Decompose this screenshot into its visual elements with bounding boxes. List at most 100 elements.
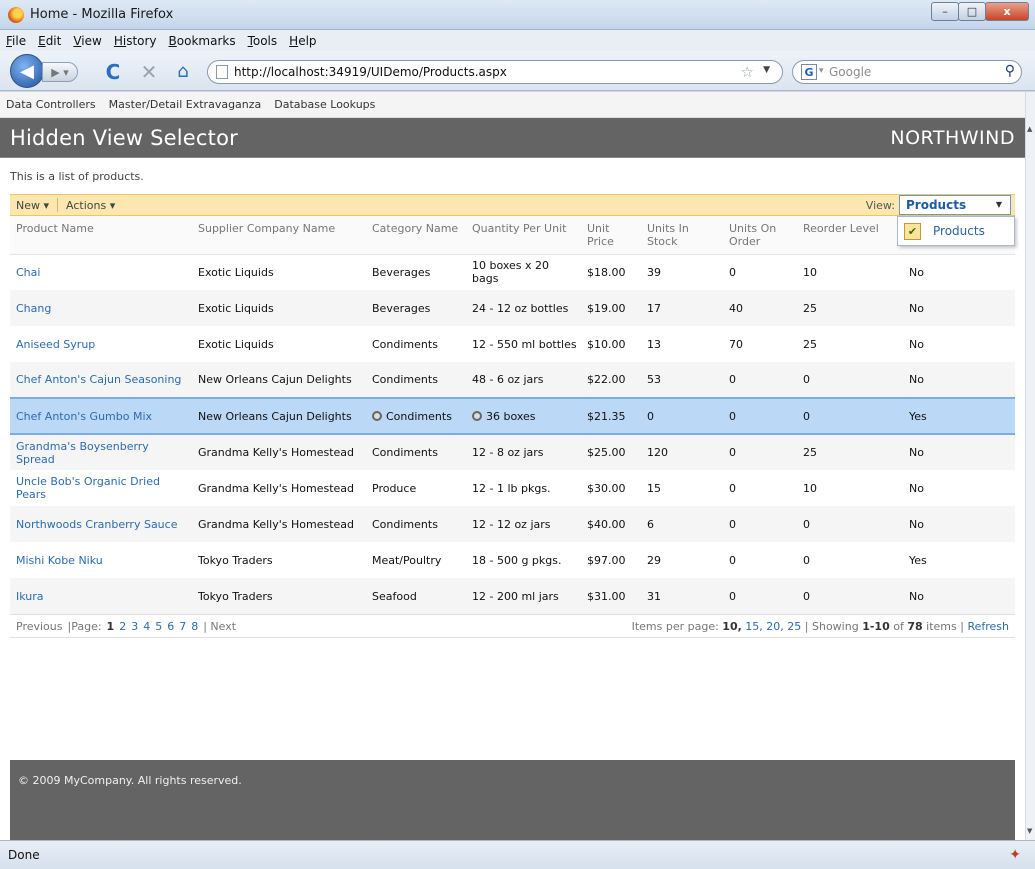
page-size-link[interactable]: 25 [787, 620, 801, 633]
refresh-link[interactable]: Refresh [967, 620, 1009, 633]
close-button[interactable]: x [985, 2, 1029, 21]
table-cell[interactable]: Aniseed Syrup [10, 326, 192, 362]
cell-text: Condiments [372, 373, 438, 386]
maximize-button[interactable]: □ [958, 2, 986, 21]
table-cell[interactable]: Ikura [10, 578, 192, 614]
column-header[interactable]: Reorder Level [797, 216, 903, 255]
column-header[interactable]: Product Name [10, 216, 192, 255]
cell-text: 0 [729, 265, 736, 279]
lookup-icon[interactable] [472, 410, 482, 421]
cell-text: 12 - 1 lb pkgs. [472, 481, 551, 495]
table-cell: 12 - 200 ml jars [466, 578, 581, 614]
cell-text: 40 [729, 301, 743, 315]
page-number-link[interactable]: 3 [131, 620, 138, 633]
items-per-page-label: Items per page: [631, 620, 719, 633]
addon-status-icon[interactable]: ✦ [1009, 847, 1021, 863]
site-menu-link[interactable]: Data Controllers [6, 98, 96, 111]
bookmark-star-icon[interactable]: ☆ [741, 63, 754, 81]
table-row[interactable]: Chai Exotic Liquids Beverages 10 boxes x 20… [10, 254, 1015, 290]
cell-text: 0 [803, 517, 810, 531]
actions-menu-button[interactable]: Actions ▾ [66, 199, 115, 212]
checkmark-icon: ✔ [904, 222, 921, 240]
back-button[interactable]: ◀ [10, 54, 44, 88]
page-number-link[interactable]: 7 [179, 620, 186, 633]
table-cell: Grandma Kelly's Homestead [192, 470, 366, 506]
table-cell: 40 [723, 290, 797, 326]
cell-text: 10 [803, 265, 817, 279]
cell-text: 29 [647, 553, 661, 567]
menu-item-view[interactable]: View [73, 34, 101, 48]
table-cell: 0 [797, 578, 903, 614]
search-box[interactable]: G ▾ Google ⚲ [792, 60, 1022, 84]
previous-link[interactable]: Previous [16, 620, 63, 633]
menu-item-file[interactable]: File [6, 34, 26, 48]
scroll-down-icon[interactable]: ▼ [1027, 827, 1032, 835]
next-link[interactable]: | Next [203, 620, 236, 633]
table-cell: 10 [797, 470, 903, 506]
column-header[interactable]: Category Name [366, 216, 466, 255]
page-size-link[interactable]: 10, [722, 620, 742, 633]
column-header[interactable]: Units On Order [723, 216, 797, 255]
search-icon[interactable]: ⚲ [1005, 63, 1015, 79]
page-number-link[interactable]: 1 [107, 620, 115, 633]
table-cell: $30.00 [581, 470, 641, 506]
page-size-link[interactable]: 20, [766, 620, 784, 633]
table-cell[interactable]: Uncle Bob's Organic Dried Pears [10, 470, 192, 506]
table-row[interactable]: Chang Exotic Liquids Beverages 24 - 12 oz b… [10, 290, 1015, 326]
cell-text: $30.00 [587, 481, 626, 495]
page-icon [216, 65, 228, 79]
table-cell[interactable]: Grandma's Boysenberry Spread [10, 434, 192, 470]
reload-icon[interactable]: C [102, 61, 124, 83]
menu-item-bookmarks[interactable]: Bookmarks [169, 34, 236, 48]
page-number-link[interactable]: 4 [143, 620, 150, 633]
menu-item-tools[interactable]: Tools [248, 34, 278, 48]
address-bar[interactable]: http://localhost:34919/UIDemo/Products.a… [207, 60, 783, 84]
new-menu-button[interactable]: New ▾ [16, 199, 49, 212]
forward-button[interactable]: ▶ ▾ [42, 62, 78, 82]
site-menu-link[interactable]: Database Lookups [274, 98, 375, 111]
scroll-up-icon[interactable]: ▲ [1027, 125, 1032, 133]
table-row[interactable]: Northwoods Cranberry Sauce Grandma Kelly'… [10, 506, 1015, 542]
site-menu-link[interactable]: Master/Detail Extravaganza [109, 98, 262, 111]
cell-text: Chef Anton's Gumbo Mix [16, 409, 153, 423]
page-number-link[interactable]: 2 [119, 620, 126, 633]
menu-item-history[interactable]: History [114, 34, 157, 48]
page-number-link[interactable]: 6 [167, 620, 174, 633]
table-row[interactable]: Chef Anton's Gumbo Mix New Orleans Cajun … [10, 397, 1015, 435]
page-number-link[interactable]: 8 [191, 620, 198, 633]
history-dropdown-icon[interactable]: ▼ [763, 65, 770, 75]
view-option-products[interactable]: Products [933, 224, 985, 238]
table-row[interactable]: Ikura Tokyo Traders Seafood 12 - 200 ml jar… [10, 578, 1015, 614]
google-engine-icon[interactable]: G [801, 64, 817, 80]
menu-item-edit[interactable]: Edit [38, 34, 61, 48]
page-size-link[interactable]: 15, [745, 620, 763, 633]
table-cell[interactable]: Chai [10, 254, 192, 290]
column-header[interactable]: Quantity Per Unit [466, 216, 581, 255]
vertical-scrollbar[interactable]: ▲ ▼ [1025, 92, 1035, 840]
page-number-link[interactable]: 5 [155, 620, 162, 633]
table-row[interactable]: Uncle Bob's Organic Dried Pears Grandma K… [10, 470, 1015, 506]
table-cell: No [903, 434, 1015, 470]
column-header[interactable]: Supplier Company Name [192, 216, 366, 255]
view-selector[interactable]: Products ▼ [899, 195, 1011, 215]
engine-dropdown-icon[interactable]: ▾ [819, 66, 824, 76]
menu-item-help[interactable]: Help [289, 34, 316, 48]
stop-icon[interactable]: ✕ [138, 61, 160, 83]
table-row[interactable]: Mishi Kobe Niku Tokyo Traders Meat/Poultry… [10, 542, 1015, 578]
table-row[interactable]: Grandma's Boysenberry Spread Grandma Kell… [10, 434, 1015, 470]
table-row[interactable]: Chef Anton's Cajun Seasoning New Orleans … [10, 362, 1015, 398]
lookup-icon[interactable] [372, 410, 382, 421]
table-row[interactable]: Aniseed Syrup Exotic Liquids Condiments 12 … [10, 326, 1015, 362]
cell-text: 0 [729, 589, 736, 603]
column-header[interactable]: Unit Price [581, 216, 641, 255]
table-cell: 53 [641, 362, 723, 398]
home-icon[interactable]: ⌂ [172, 61, 194, 83]
column-header[interactable]: Units In Stock [641, 216, 723, 255]
table-cell[interactable]: Chef Anton's Cajun Seasoning [10, 362, 192, 398]
table-cell[interactable]: Northwoods Cranberry Sauce [10, 506, 192, 542]
table-cell[interactable]: Mishi Kobe Niku [10, 542, 192, 578]
cell-text: 12 - 550 ml bottles [472, 337, 577, 351]
table-cell[interactable]: Chang [10, 290, 192, 326]
minimize-button[interactable]: – [931, 2, 959, 21]
table-cell[interactable]: Chef Anton's Gumbo Mix [10, 397, 192, 435]
